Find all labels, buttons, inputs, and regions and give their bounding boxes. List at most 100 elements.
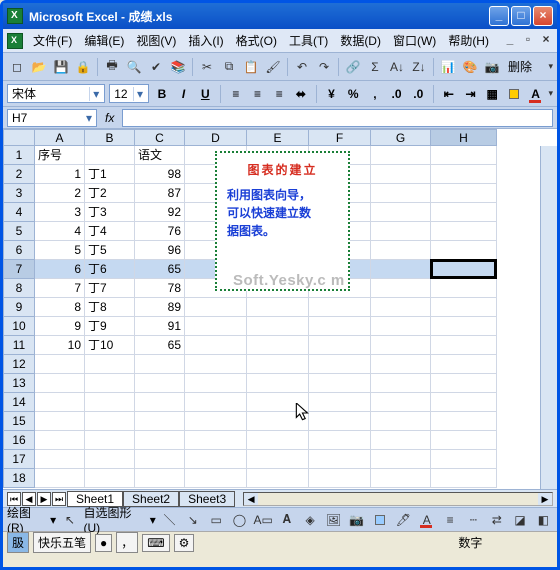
cell[interactable]: 丁2 (85, 184, 135, 203)
horizontal-scrollbar[interactable]: ◀▶ (243, 492, 553, 506)
camera-icon[interactable]: 📷 (482, 57, 502, 77)
cell[interactable] (85, 450, 135, 469)
cell[interactable]: 丁5 (85, 241, 135, 260)
cell[interactable] (371, 336, 431, 355)
cell[interactable] (309, 374, 371, 393)
drawing-icon[interactable]: 🎨 (460, 57, 480, 77)
cell[interactable] (431, 184, 497, 203)
cell[interactable]: 1 (35, 165, 85, 184)
vertical-scrollbar[interactable] (540, 146, 557, 489)
select-all-corner[interactable] (3, 129, 35, 146)
research-icon[interactable]: 📚 (168, 57, 188, 77)
row-header[interactable]: 1 (3, 146, 35, 165)
font-name-combo[interactable]: 宋体 ▾ (7, 84, 105, 103)
cell[interactable] (35, 374, 85, 393)
cell[interactable]: 丁10 (85, 336, 135, 355)
cell[interactable] (247, 469, 309, 488)
cell[interactable]: 语文 (135, 146, 185, 165)
cell[interactable]: 89 (135, 298, 185, 317)
cell[interactable] (135, 393, 185, 412)
row-header[interactable]: 13 (3, 374, 35, 393)
col-header[interactable]: C (135, 129, 185, 146)
row-header[interactable]: 12 (3, 355, 35, 374)
preview-icon[interactable]: 🔍 (124, 57, 144, 77)
cell[interactable]: 78 (135, 279, 185, 298)
menu-item[interactable]: 帮助(H) (442, 32, 495, 50)
bold-button[interactable]: B (153, 84, 171, 104)
cell[interactable] (247, 336, 309, 355)
cell[interactable] (135, 374, 185, 393)
menu-item[interactable]: 编辑(E) (78, 32, 130, 50)
cell[interactable] (431, 374, 497, 393)
menu-item[interactable]: 工具(T) (283, 32, 334, 50)
cell[interactable] (247, 431, 309, 450)
cell[interactable] (247, 317, 309, 336)
row-header[interactable]: 9 (3, 298, 35, 317)
cell[interactable] (371, 279, 431, 298)
arrow-icon[interactable]: ↘ (183, 510, 202, 530)
cell[interactable] (309, 355, 371, 374)
cell[interactable]: 丁7 (85, 279, 135, 298)
cell[interactable] (371, 184, 431, 203)
print-icon[interactable]: 🖶 (102, 57, 122, 77)
ime-softkbd[interactable]: ⌨ (142, 534, 169, 552)
cell[interactable] (247, 374, 309, 393)
fill-color-icon[interactable] (370, 510, 389, 530)
menu-item[interactable]: 格式(O) (230, 32, 283, 50)
cell[interactable] (371, 146, 431, 165)
cell[interactable] (135, 431, 185, 450)
cell[interactable] (431, 431, 497, 450)
undo-icon[interactable]: ↶ (292, 57, 312, 77)
ime-settings[interactable]: ⚙ (174, 534, 195, 552)
shadow-icon[interactable]: ◪ (510, 510, 529, 530)
line-style-icon[interactable]: ≡ (440, 510, 459, 530)
cell[interactable] (371, 412, 431, 431)
cell[interactable] (247, 355, 309, 374)
worksheet-grid[interactable]: ABCDEFGH 123456789101112131415161718 序号语… (3, 129, 557, 489)
menu-item[interactable]: 插入(I) (182, 32, 229, 50)
cell[interactable] (309, 450, 371, 469)
name-box[interactable]: H7▾ (7, 109, 97, 127)
menu-item[interactable]: 数据(D) (334, 32, 387, 50)
align-center-button[interactable]: ≡ (249, 84, 267, 104)
align-left-button[interactable]: ≡ (227, 84, 245, 104)
cell[interactable]: 6 (35, 260, 85, 279)
cell[interactable] (371, 469, 431, 488)
paste-icon[interactable]: 📋 (241, 57, 261, 77)
cell[interactable] (309, 298, 371, 317)
cell[interactable] (371, 355, 431, 374)
wordart-icon[interactable]: 𝐀 (277, 510, 296, 530)
cell[interactable] (185, 374, 247, 393)
comma-button[interactable]: , (366, 84, 384, 104)
hyperlink-icon[interactable]: 🔗 (343, 57, 363, 77)
cell[interactable] (185, 317, 247, 336)
row-header[interactable]: 18 (3, 469, 35, 488)
spelling-icon[interactable]: ✔ (146, 57, 166, 77)
cell[interactable] (309, 336, 371, 355)
textbox-icon[interactable]: A▭ (253, 510, 273, 530)
sort-asc-icon[interactable]: A↓ (387, 57, 407, 77)
row-header[interactable]: 5 (3, 222, 35, 241)
save-icon[interactable]: 💾 (51, 57, 71, 77)
cell[interactable] (135, 412, 185, 431)
redo-icon[interactable]: ↷ (314, 57, 334, 77)
cell[interactable]: 序号 (35, 146, 85, 165)
tab-last-button[interactable]: ⏭ (52, 492, 66, 506)
decrease-indent-button[interactable]: ⇤ (440, 84, 458, 104)
cell[interactable] (135, 355, 185, 374)
percent-button[interactable]: % (344, 84, 362, 104)
cell[interactable]: 9 (35, 317, 85, 336)
cell[interactable] (371, 317, 431, 336)
cell[interactable] (85, 393, 135, 412)
cut-icon[interactable]: ✂ (197, 57, 217, 77)
cell[interactable] (85, 355, 135, 374)
cell[interactable] (309, 393, 371, 412)
minimize-button[interactable]: _ (489, 6, 509, 26)
cell[interactable] (371, 203, 431, 222)
autoshapes-menu[interactable]: 自选图形(U) (84, 504, 146, 535)
cell[interactable] (371, 393, 431, 412)
fill-color-button[interactable] (505, 84, 523, 104)
delete-label[interactable]: 删除 (508, 58, 532, 75)
font-color-button[interactable]: A (527, 84, 545, 104)
close-button[interactable]: × (533, 6, 553, 26)
